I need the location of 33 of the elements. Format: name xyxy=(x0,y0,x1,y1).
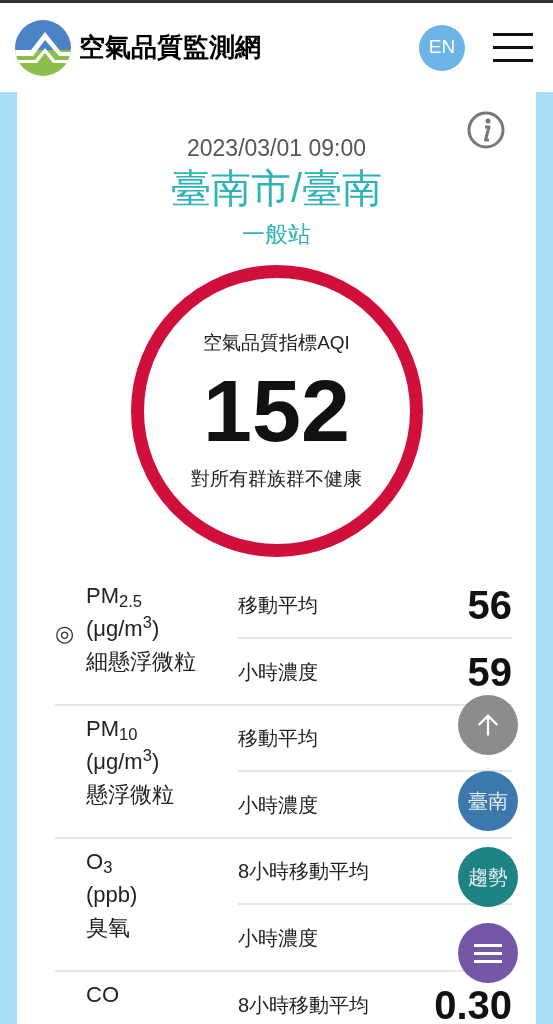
pollutant-name: PM$_{2.5}$ xyxy=(86,582,143,613)
pollutant-unit: (μg/m$^{3}$) xyxy=(86,745,161,777)
pollutant-description: 細懸浮微粒 xyxy=(86,648,197,677)
datetime: 2023/03/01 09:00 xyxy=(186,134,367,163)
pollutant-description: 懸浮微粒 xyxy=(86,781,175,810)
reading-value: 0.30 xyxy=(434,982,512,1024)
primary-pollutant-marker: ◎ xyxy=(55,620,74,649)
logo-icon xyxy=(15,19,71,76)
aqi-label: 空氣品質指標AQI xyxy=(203,330,350,355)
reading-label: 移動平均 xyxy=(238,593,318,618)
reading-label: 小時濃度 xyxy=(238,925,318,951)
reading-label: 小時濃度 xyxy=(238,792,318,818)
reading-value: 56 xyxy=(467,582,512,629)
site-title: 空氣品質監測網 xyxy=(79,31,261,64)
reading-value: 59 xyxy=(467,648,512,696)
pollutant-unit: (μg/m$^{3}$) xyxy=(86,612,161,644)
language-button[interactable]: EN xyxy=(419,24,465,71)
reading-label: 8小時移動平均 xyxy=(238,859,370,884)
reading-label: 8小時移動平均 xyxy=(238,993,370,1019)
station-name: 臺南市/臺南 xyxy=(170,164,383,212)
menu-icon xyxy=(474,941,502,965)
aqi-status: 對所有群族群不健康 xyxy=(191,467,362,492)
menu-icon[interactable] xyxy=(493,31,533,64)
reading-label: 小時濃度 xyxy=(238,659,318,685)
pollutant-name: O$_{3}$ xyxy=(86,848,114,879)
pollutant-name: PM$_{10}$ xyxy=(86,715,139,746)
aqi-value: 152 xyxy=(203,367,350,456)
pollutant-unit: (ppb) xyxy=(86,881,139,910)
pollutant-name: CO xyxy=(86,981,120,1010)
reading-label: 移動平均 xyxy=(238,726,318,751)
station-type: 一般站 xyxy=(242,219,311,249)
pollutant-description: 臭氧 xyxy=(86,914,131,943)
info-icon[interactable] xyxy=(466,110,506,150)
